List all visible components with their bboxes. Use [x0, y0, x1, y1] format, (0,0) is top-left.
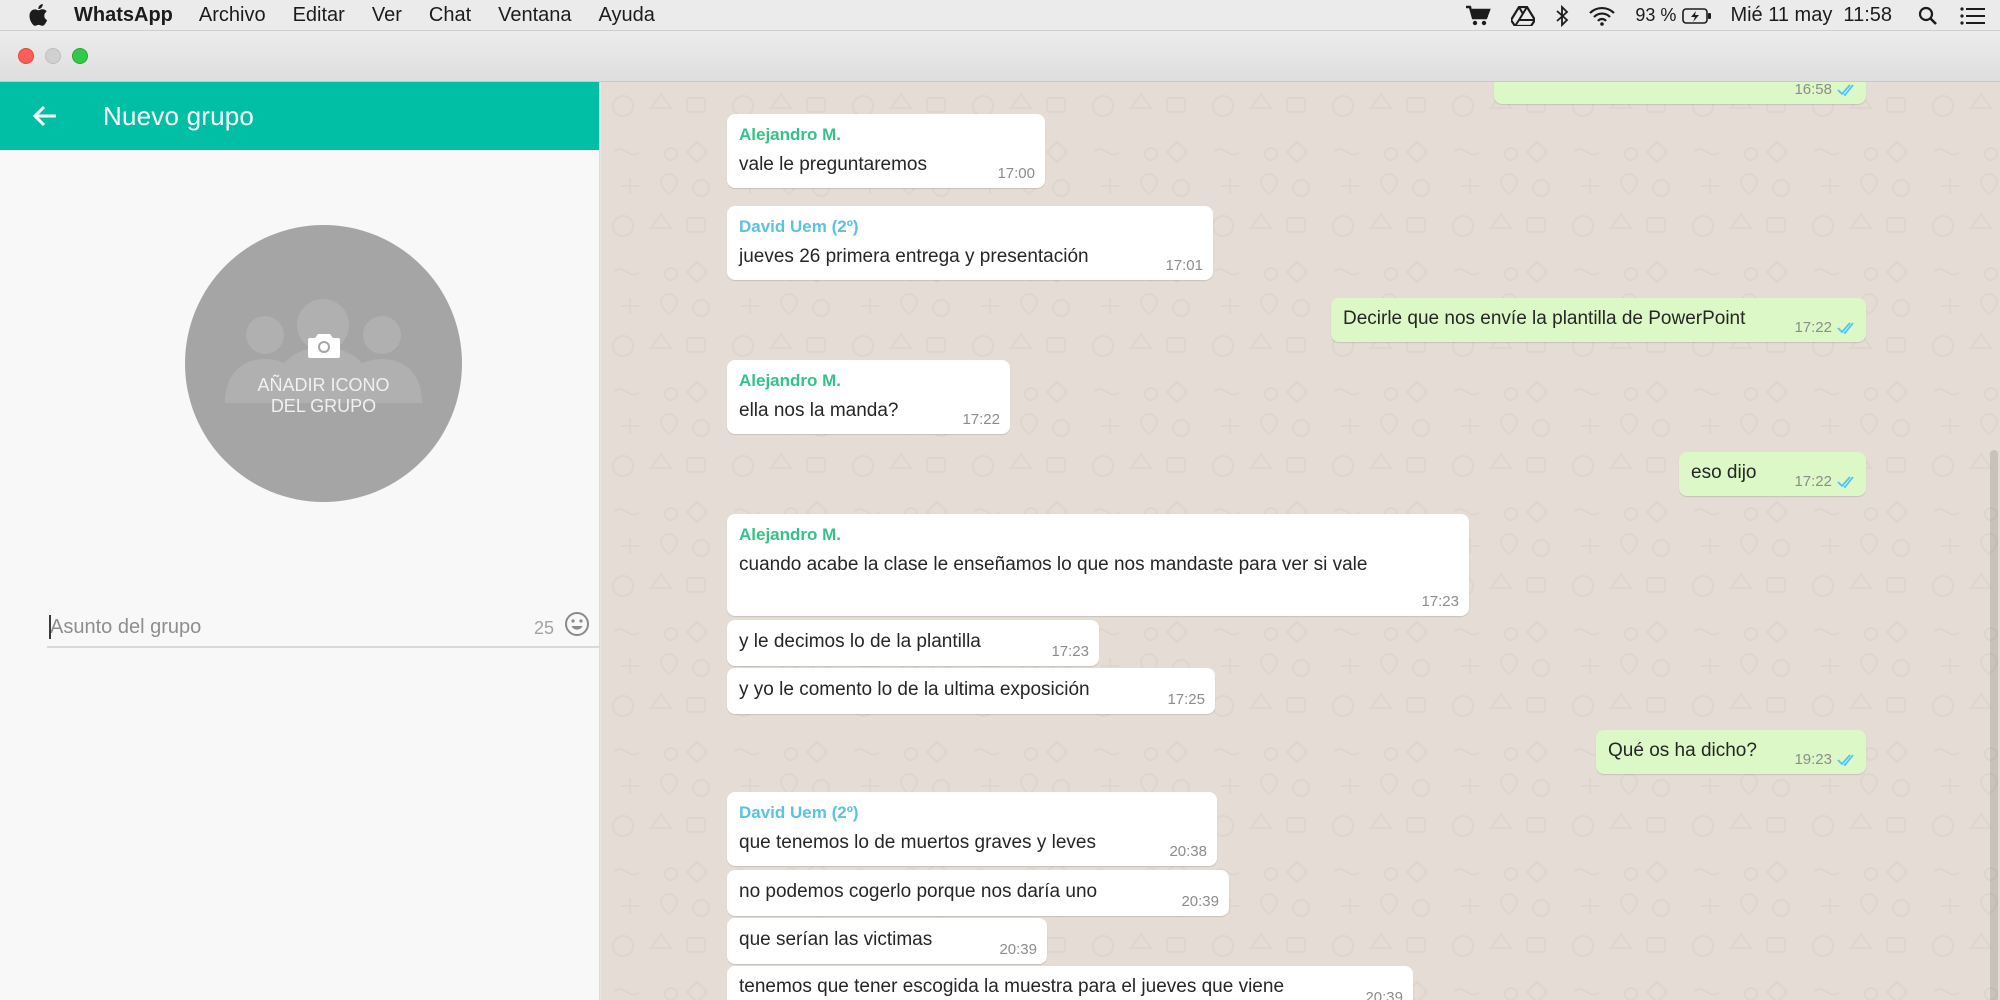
- message-text: Decirle que nos envíe la plantilla de Po…: [1343, 308, 1746, 329]
- message-text: que tenemos lo de muertos graves y leves: [739, 832, 1096, 853]
- read-receipt-icon: [1837, 322, 1854, 334]
- message-text: cuando acabe la clase le enseñamos lo qu…: [739, 554, 1368, 575]
- clock[interactable]: Mié 11 may 11:58: [1730, 4, 1892, 27]
- battery-icon[interactable]: [1682, 7, 1712, 24]
- message-time: 17:22: [962, 411, 1000, 428]
- message-bubble-incoming[interactable]: que serían las victimas 20:39: [727, 918, 1047, 964]
- menu-archivo[interactable]: Archivo: [199, 4, 266, 27]
- status-area: 93 % Mié 11 may 11:58: [1445, 0, 2000, 31]
- message-time: 17:22: [1794, 319, 1832, 336]
- message-bubble-outgoing[interactable]: Decirle que nos envíe la plantilla de Po…: [1331, 298, 1866, 342]
- message-text: ella nos la manda?: [739, 400, 899, 421]
- message-time: 17:25: [1167, 691, 1205, 708]
- add-group-icon-label-line2: DEL GRUPO: [270, 396, 377, 416]
- message-bubble-incoming[interactable]: Alejandro M. cuando acabe la clase le en…: [727, 514, 1469, 616]
- menu-bar: WhatsApp Archivo Editar Ver Chat Ventana…: [0, 0, 2000, 31]
- menu-ver[interactable]: Ver: [372, 4, 402, 27]
- spotlight-search-icon[interactable]: [1918, 6, 1938, 26]
- window-zoom-button[interactable]: [72, 48, 88, 64]
- message-time: 16:58: [1794, 82, 1832, 98]
- new-group-panel: Nuevo grupo AÑADIR ICONO DEL GRUPO Asunt…: [0, 82, 600, 1000]
- message-text: jueves 26 primera entrega y presentación: [739, 246, 1089, 267]
- window-title-bar: [0, 31, 2000, 82]
- chat-scrollbar[interactable]: [1990, 450, 1998, 1000]
- message-bubble-incoming[interactable]: no podemos cogerlo porque nos daría uno …: [727, 870, 1229, 916]
- menu-app-name[interactable]: WhatsApp: [74, 4, 173, 27]
- message-sender: Alejandro M.: [739, 525, 842, 544]
- menu-chat[interactable]: Chat: [429, 4, 471, 27]
- message-text: tenemos que tener escogida la muestra pa…: [739, 976, 1285, 997]
- message-bubble-incoming[interactable]: y yo le comento lo de la ultima exposici…: [727, 668, 1215, 714]
- message-time: 17:23: [1421, 593, 1459, 610]
- message-bubble-incoming[interactable]: Alejandro M. ella nos la manda? 17:22: [727, 360, 1010, 434]
- message-bubble-outgoing[interactable]: eso dijo 17:22: [1679, 452, 1866, 496]
- message-sender: Alejandro M.: [739, 371, 842, 390]
- message-time: 17:22: [1794, 473, 1832, 490]
- bluetooth-icon[interactable]: [1555, 4, 1569, 27]
- menu-ayuda[interactable]: Ayuda: [599, 4, 655, 27]
- message-time: 19:23: [1794, 751, 1832, 768]
- message-time: 17:00: [997, 165, 1035, 182]
- back-arrow-icon[interactable]: [25, 96, 65, 136]
- cart-icon[interactable]: [1465, 5, 1492, 27]
- read-receipt-icon: [1837, 754, 1854, 766]
- wifi-icon[interactable]: [1589, 6, 1616, 26]
- window-close-button[interactable]: [18, 48, 34, 64]
- message-text: no podemos cogerlo porque nos daría uno: [739, 881, 1098, 902]
- message-bubble-outgoing[interactable]: 16:58: [1494, 82, 1866, 104]
- message-time: 20:39: [1181, 893, 1219, 910]
- battery-percentage: 93 %: [1635, 5, 1677, 25]
- chat-area: 16:58 Alejandro M. vale le preguntaremos…: [601, 82, 2000, 1000]
- read-receipt-icon: [1837, 476, 1854, 488]
- message-text: eso dijo: [1691, 462, 1757, 483]
- message-text: y le decimos lo de la plantilla: [739, 631, 981, 652]
- message-time: 20:38: [1169, 843, 1207, 860]
- menu-ventana[interactable]: Ventana: [498, 4, 571, 27]
- group-subject-placeholder: Asunto del grupo: [50, 616, 202, 638]
- message-time: 20:39: [999, 941, 1037, 958]
- message-sender: Alejandro M.: [739, 125, 842, 144]
- message-text: y yo le comento lo de la ultima exposici…: [739, 679, 1090, 700]
- char-counter: 25: [534, 618, 555, 638]
- camera-icon: [308, 334, 340, 358]
- message-sender: David Uem (2º): [739, 217, 859, 236]
- message-bubble-incoming[interactable]: David Uem (2º) jueves 26 primera entrega…: [727, 206, 1213, 280]
- group-icon-picker[interactable]: AÑADIR ICONO DEL GRUPO: [185, 225, 462, 502]
- add-group-icon-label-line1: AÑADIR ICONO: [257, 375, 390, 395]
- message-text: Qué os ha dicho?: [1608, 740, 1757, 761]
- read-receipt-icon: [1837, 84, 1854, 96]
- add-group-icon-label: AÑADIR ICONO DEL GRUPO: [185, 375, 462, 417]
- message-text: vale le preguntaremos: [739, 154, 927, 175]
- message-sender: David Uem (2º): [739, 803, 859, 822]
- panel-title: Nuevo grupo: [103, 100, 255, 131]
- message-bubble-incoming[interactable]: David Uem (2º) que tenemos lo de muertos…: [727, 792, 1217, 866]
- menu-editar[interactable]: Editar: [293, 4, 345, 27]
- message-time: 17:23: [1051, 643, 1089, 660]
- new-group-header: Nuevo grupo: [0, 82, 599, 150]
- apple-icon[interactable]: [28, 3, 52, 27]
- group-silhouette-icon: [225, 299, 422, 403]
- emoji-icon[interactable]: [564, 611, 590, 642]
- message-bubble-outgoing[interactable]: Qué os ha dicho? 19:23: [1596, 730, 1866, 774]
- group-subject-input[interactable]: Asunto del grupo 25: [47, 602, 600, 648]
- notification-center-icon[interactable]: [1960, 6, 1986, 25]
- message-text: que serían las victimas: [739, 929, 933, 950]
- text-caret: [49, 615, 51, 639]
- message-time: 20:39: [1365, 989, 1403, 1000]
- window-minimize-button[interactable]: [45, 48, 61, 64]
- google-drive-icon[interactable]: [1511, 5, 1536, 26]
- message-bubble-incoming[interactable]: Alejandro M. vale le preguntaremos 17:00: [727, 114, 1045, 188]
- message-bubble-incoming[interactable]: y le decimos lo de la plantilla 17:23: [727, 620, 1099, 666]
- message-bubble-incoming[interactable]: tenemos que tener escogida la muestra pa…: [727, 966, 1413, 1000]
- message-time: 17:01: [1165, 257, 1203, 274]
